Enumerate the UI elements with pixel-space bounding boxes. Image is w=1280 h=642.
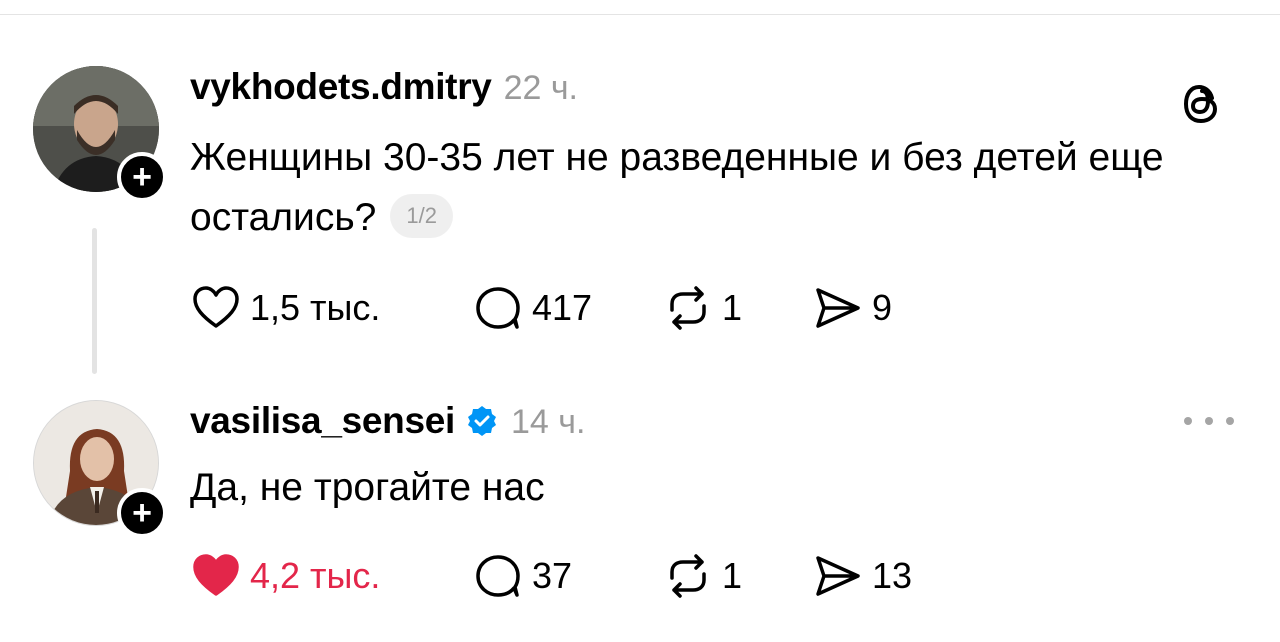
repost-button[interactable]: 1 [662,550,812,602]
heart-icon [193,286,239,328]
thread-connector-line [92,228,97,374]
post-body: Да, не трогайте нас [190,466,545,509]
repost-count: 1 [722,287,743,328]
send-icon [816,556,860,596]
follow-plus-button[interactable]: + [117,488,167,538]
like-count: 4,2 тыс. [250,555,381,596]
send-icon [816,288,860,328]
reply-count: 37 [532,555,573,596]
repost-icon [670,554,706,598]
share-button[interactable]: 13 [812,550,932,602]
follow-plus-button[interactable]: + [117,152,167,202]
reply-button[interactable]: 37 [472,550,662,602]
like-count: 1,5 тыс. [250,287,381,328]
post-text: Женщины 30-35 лет не разведенные и без д… [190,128,1170,248]
thread-reply-post: + vasilisa_sensei 14 ч. Да, не трогайте … [0,390,1280,642]
post-text: Да, не трогайте нас [190,458,1170,518]
username[interactable]: vasilisa_sensei [190,400,455,442]
post-body: Женщины 30-35 лет не разведенные и без д… [190,136,1164,239]
action-bar: 1,5 тыс. 417 1 9 [190,282,932,334]
heart-filled-icon [193,554,239,596]
timestamp: 14 ч. [511,403,586,441]
repost-icon [670,286,706,330]
thread-post: + vykhodets.dmitry 22 ч. Женщины 30-35 л… [0,0,1280,390]
share-count: 9 [872,287,893,328]
like-button[interactable]: 1,5 тыс. [190,282,472,334]
more-options-icon[interactable] [1184,414,1234,428]
verified-badge-icon [465,404,499,438]
post-header: vykhodets.dmitry 22 ч. [190,66,578,108]
reply-button[interactable]: 417 [472,282,662,334]
post-header: vasilisa_sensei 14 ч. [190,400,585,442]
repost-count: 1 [722,555,743,596]
comment-icon [476,287,520,329]
like-button[interactable]: 4,2 тыс. [190,550,472,602]
comment-icon [476,555,520,597]
threads-logo-icon [1182,82,1222,126]
timestamp: 22 ч. [503,69,579,107]
repost-button[interactable]: 1 [662,282,812,334]
reply-count: 417 [532,287,593,328]
thread-pager-badge: 1/2 [390,193,453,238]
share-button[interactable]: 9 [812,282,932,334]
share-count: 13 [872,555,913,596]
username[interactable]: vykhodets.dmitry [190,66,492,108]
action-bar: 4,2 тыс. 37 1 13 [190,550,932,602]
